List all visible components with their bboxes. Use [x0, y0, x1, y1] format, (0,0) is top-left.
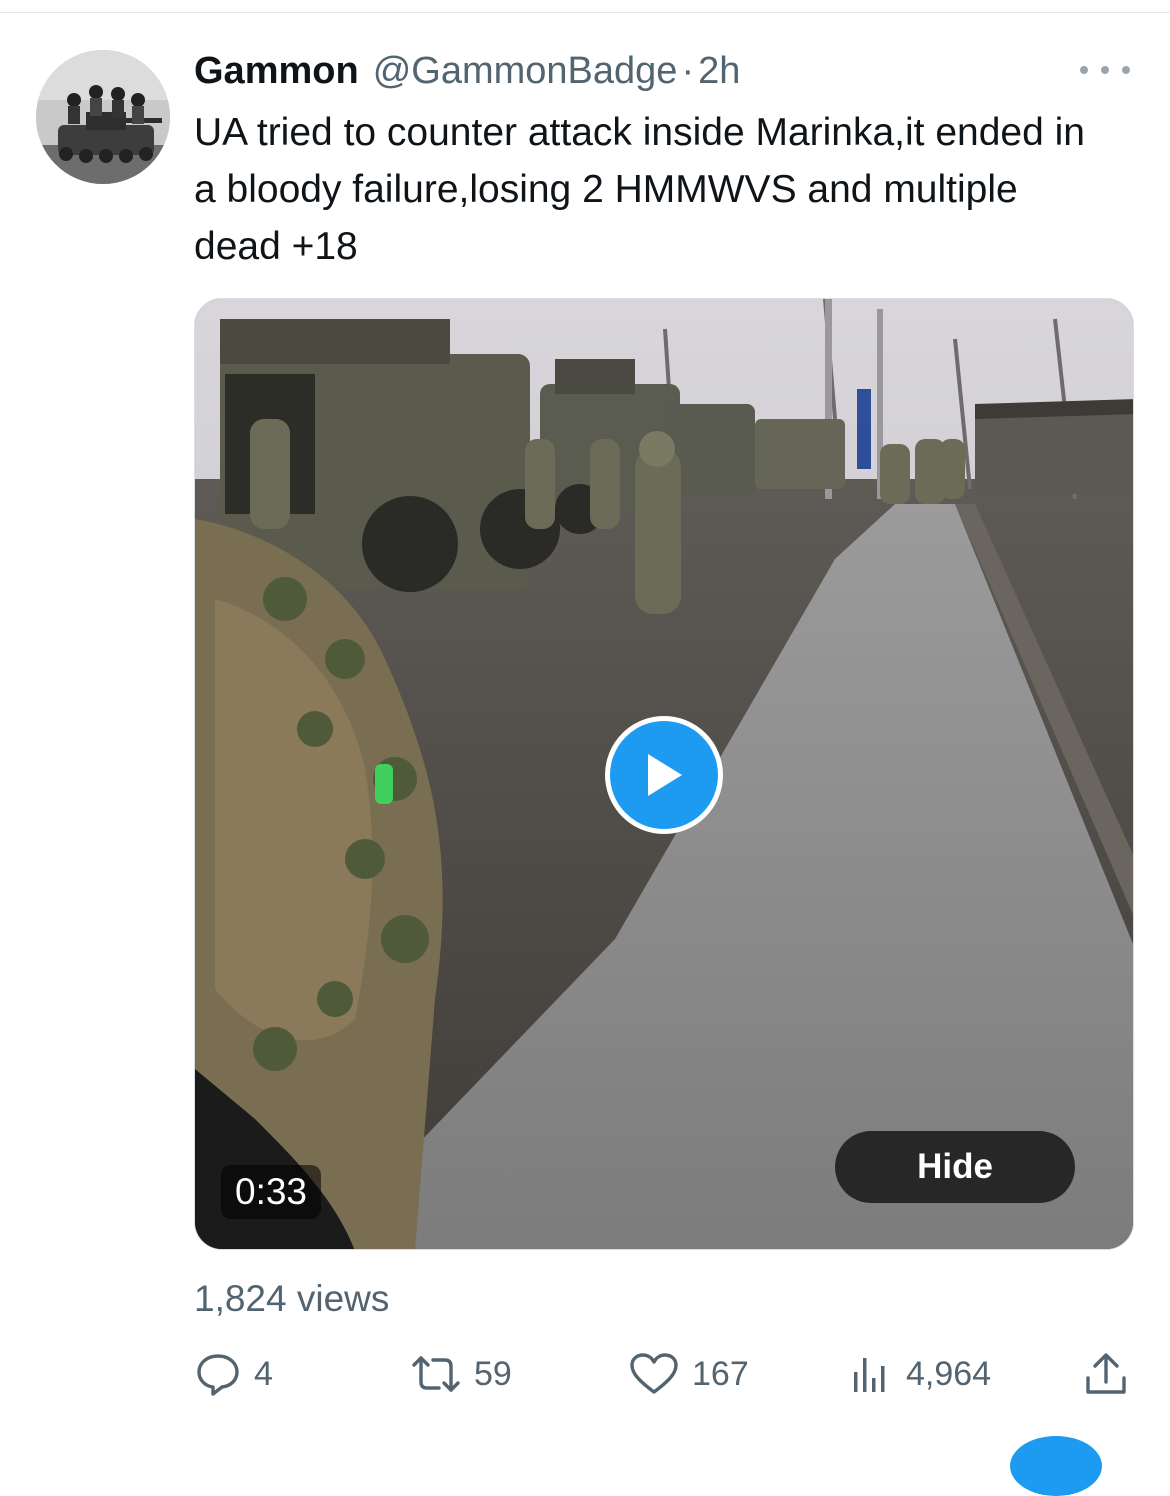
more-options-icon[interactable] [1080, 58, 1130, 82]
heart-icon [630, 1353, 678, 1394]
avatar-image [36, 50, 170, 184]
retweet-count: 59 [474, 1354, 512, 1393]
analytics-button[interactable]: 4,964 [846, 1346, 991, 1402]
avatar[interactable] [36, 50, 170, 184]
reply-button[interactable]: 4 [194, 1346, 273, 1402]
tweet-header: Gammon @GammonBadge · 2h [194, 44, 740, 98]
display-name[interactable]: Gammon [194, 50, 359, 93]
play-icon [648, 754, 682, 796]
compose-button[interactable] [1010, 1436, 1102, 1496]
user-handle[interactable]: @GammonBadge [373, 50, 678, 93]
top-divider [0, 12, 1170, 13]
share-icon [1086, 1353, 1126, 1394]
analytics-count: 4,964 [906, 1354, 992, 1393]
video-player[interactable]: 0:33 Hide [194, 298, 1134, 1250]
hide-button[interactable]: Hide [835, 1131, 1075, 1203]
like-count: 167 [692, 1354, 749, 1393]
video-duration: 0:33 [221, 1165, 322, 1219]
retweet-button[interactable]: 59 [410, 1346, 512, 1402]
analytics-icon [854, 1358, 885, 1392]
retweet-icon [412, 1356, 460, 1392]
reply-icon [197, 1354, 239, 1396]
tweet-text: UA tried to counter attack inside Marink… [194, 111, 1085, 268]
like-button[interactable]: 167 [628, 1346, 749, 1402]
view-count[interactable]: 1,824 views [194, 1278, 389, 1320]
play-button[interactable] [605, 716, 723, 834]
action-bar: 4 59 167 4,964 [194, 1346, 1134, 1402]
reply-count: 4 [254, 1354, 273, 1393]
share-button[interactable] [1084, 1346, 1128, 1402]
separator-dot: · [681, 49, 695, 92]
timestamp[interactable]: 2h [698, 50, 740, 93]
